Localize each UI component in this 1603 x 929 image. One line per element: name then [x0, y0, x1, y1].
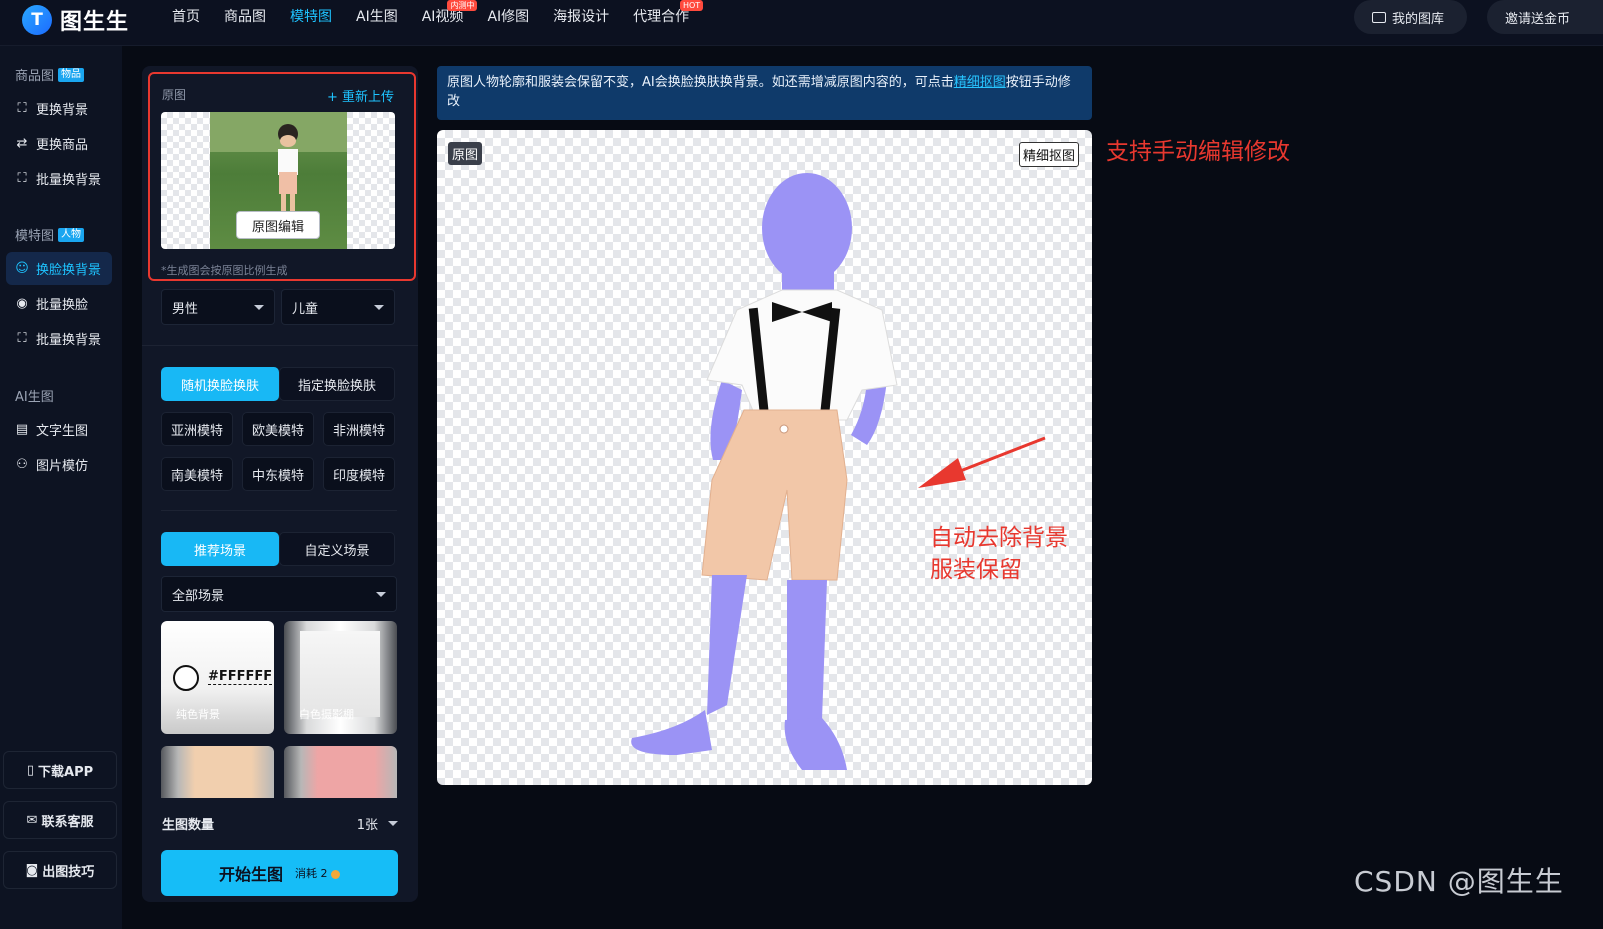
chip-south-american-model[interactable]: 南美模特 — [161, 457, 233, 491]
divider — [142, 345, 418, 346]
chip-african-model[interactable]: 非洲模特 — [323, 412, 395, 446]
nav-ai-retouch[interactable]: AI修图 — [475, 0, 541, 34]
images-icon: ⛶ — [17, 331, 27, 346]
images-icon: ⛶ — [17, 171, 27, 186]
sidebar-item-text-to-image[interactable]: ▤ 文字生图 — [6, 413, 112, 446]
count-select[interactable]: 1张 — [357, 814, 398, 833]
scene-white-studio[interactable]: 白色摄影棚 — [284, 621, 397, 734]
folder-icon — [1372, 11, 1386, 23]
coin-icon — [331, 869, 340, 879]
color-swatch-icon — [173, 665, 199, 691]
scene-caption: 纯色背景 — [176, 708, 220, 721]
invite-button[interactable]: 邀请送金币 — [1487, 0, 1603, 34]
chevron-down-icon — [374, 304, 384, 310]
gender-select[interactable]: 男性 — [161, 289, 275, 325]
document-icon: ▤ — [15, 422, 29, 437]
chip-middle-east-model[interactable]: 中东模特 — [242, 457, 314, 491]
studio-backdrop — [300, 631, 380, 717]
fine-cutout-link[interactable]: 精细抠图 — [954, 75, 1006, 90]
ratio-note: *生成图会按原图比例生成 — [161, 264, 288, 277]
sidebar-group-ai: AI生图 — [15, 390, 54, 405]
image-icon: ⛶ — [17, 101, 27, 116]
tips-icon: ◙ — [25, 862, 39, 878]
download-app-button[interactable]: ▯ 下载APP — [3, 751, 117, 789]
chat-icon: ✉ — [26, 812, 38, 828]
sidebar-item-image-imitate[interactable]: ⚇ 图片模仿 — [6, 448, 112, 481]
cost-label: 消耗 2 — [295, 865, 340, 881]
start-generate-button[interactable]: 开始生图 消耗 2 — [161, 850, 398, 896]
annotation-keep-clothing: 服装保留 — [930, 557, 1022, 583]
fine-cutout-button[interactable]: 精细抠图 — [1019, 142, 1080, 167]
chevron-down-icon — [376, 591, 386, 597]
tab-recommended-scene[interactable]: 推荐场景 — [161, 532, 279, 566]
original-label: 原图 — [162, 88, 187, 102]
scene-category-select[interactable]: 全部场景 — [161, 576, 397, 612]
annotation-arrow-icon — [918, 436, 1046, 488]
tab-specified-face[interactable]: 指定换脸换肤 — [279, 367, 395, 401]
logo[interactable]: T 图生生 — [22, 3, 129, 37]
sidebar-group-product: 商品图 物品 — [15, 65, 85, 84]
age-select[interactable]: 儿童 — [281, 289, 395, 325]
info-banner: 原图人物轮廓和服装会保留不变，AI会换脸换肤换背景。如还需增减原图内容的，可点击… — [437, 66, 1092, 120]
beta-badge: 内测中 — [447, 0, 478, 11]
chip-indian-model[interactable]: 印度模特 — [323, 457, 395, 491]
edit-original-button[interactable]: 原图编辑 — [236, 211, 320, 239]
original-tag: 原图 — [448, 142, 483, 165]
watermark: CSDN @图生生 — [1354, 865, 1564, 898]
sidebar-group-model: 模特图 人物 — [15, 225, 85, 244]
nav-agency[interactable]: 代理合作 HOT — [621, 0, 704, 34]
main-nav: 首页 商品图 模特图 AI生图 AI视频 内测中 AI修图 海报设计 代理合作 HO… — [160, 0, 704, 34]
divider — [161, 510, 397, 511]
chevron-down-icon — [388, 821, 398, 826]
scene-solid-color[interactable]: #FFFFFF 纯色背景 — [161, 621, 274, 734]
sidebar-item-batch-bg-model[interactable]: ⛶ 批量换背景 — [6, 322, 112, 355]
reupload-link[interactable]: + 重新上传 — [327, 86, 394, 105]
nav-ai-video[interactable]: AI视频 内测中 — [410, 0, 478, 34]
nav-product[interactable]: 商品图 — [212, 0, 278, 34]
nav-model[interactable]: 模特图 — [278, 0, 344, 34]
phone-icon: ▯ — [26, 762, 35, 778]
nav-ai-image[interactable]: AI生图 — [344, 0, 410, 34]
scene-beige-studio[interactable] — [161, 746, 274, 798]
sidebar-item-change-bg[interactable]: ⛶ 更换背景 — [6, 92, 112, 125]
sidebar-item-batch-face[interactable]: ◉ 批量换脸 — [6, 287, 112, 320]
my-library-button[interactable]: 我的图库 — [1354, 0, 1467, 34]
tab-random-face[interactable]: 随机换脸换肤 — [161, 367, 279, 401]
contact-support-button[interactable]: ✉ 联系客服 — [3, 801, 117, 839]
brand-name: 图生生 — [60, 10, 130, 35]
person-image-icon: ⚇ — [16, 457, 28, 472]
swap-icon: ⇄ — [16, 136, 28, 151]
sidebar-item-change-product[interactable]: ⇄ 更换商品 — [6, 127, 112, 160]
image-count-row: 生图数量 1张 — [162, 814, 398, 833]
face-scan-icon: ◉ — [16, 296, 28, 311]
chip-asian-model[interactable]: 亚洲模特 — [161, 412, 233, 446]
chevron-down-icon — [254, 304, 264, 310]
scene-caption: 白色摄影棚 — [299, 708, 354, 721]
hot-badge: HOT — [679, 0, 704, 11]
scene-pink-studio[interactable] — [284, 746, 397, 798]
annotation-auto-remove: 自动去除背景 — [930, 525, 1068, 551]
color-hex-value: #FFFFFF — [208, 669, 273, 685]
sidebar-item-face-swap-bg[interactable]: ☺ 换脸换背景 — [6, 252, 112, 285]
face-icon: ☺ — [15, 261, 29, 276]
tab-custom-scene[interactable]: 自定义场景 — [279, 532, 395, 566]
top-bar: T 图生生 首页 商品图 模特图 AI生图 AI视频 内测中 AI修图 海报设计 … — [0, 0, 1603, 46]
tips-button[interactable]: ◙ 出图技巧 — [3, 851, 117, 889]
nav-poster[interactable]: 海报设计 — [541, 0, 621, 34]
nav-home[interactable]: 首页 — [160, 0, 212, 34]
chip-western-model[interactable]: 欧美模特 — [242, 412, 314, 446]
logo-icon: T — [22, 5, 52, 35]
sidebar-item-batch-bg[interactable]: ⛶ 批量换背景 — [6, 162, 112, 195]
count-label: 生图数量 — [162, 818, 215, 833]
annotation-manual-edit: 支持手动编辑修改 — [1106, 139, 1290, 165]
